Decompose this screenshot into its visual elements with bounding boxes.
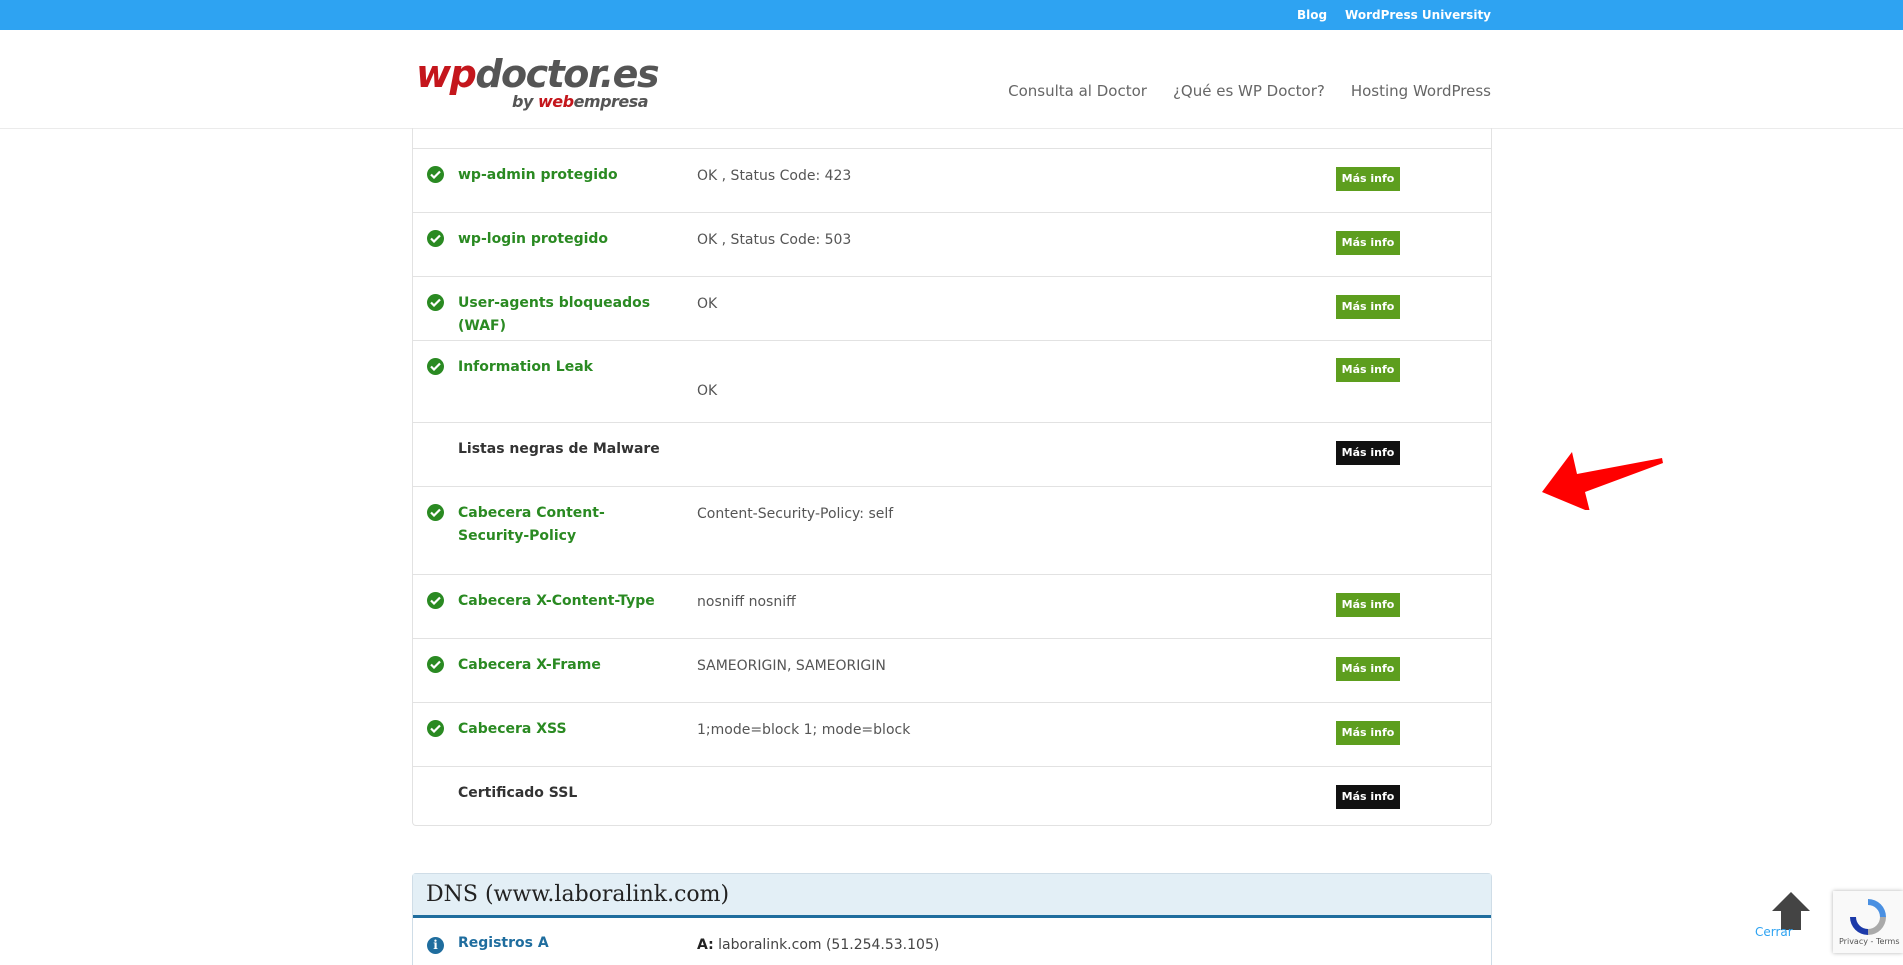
red-arrow-icon: [1542, 452, 1663, 510]
check-row-x-frame: Cabecera X-Frame SAMEORIGIN, SAMEORIGIN …: [413, 638, 1491, 702]
check-row-listas-negras: Listas negras de Malware Más info: [413, 422, 1491, 486]
wordpress-university-link[interactable]: WordPress University: [1345, 8, 1491, 22]
dns-row-value: A: laboralink.com (51.254.53.105): [697, 937, 940, 953]
dns-header: DNS (www.laboralink.com): [413, 874, 1491, 918]
check-value: nosniff nosniff: [697, 594, 796, 610]
mas-info-button[interactable]: Más info: [1336, 295, 1400, 319]
mas-info-button[interactable]: Más info: [1336, 167, 1400, 191]
mas-info-button[interactable]: Más info: [1336, 721, 1400, 745]
mas-info-button[interactable]: Más info: [1336, 358, 1400, 382]
check-icon: [427, 230, 444, 247]
check-value: OK , Status Code: 423: [697, 168, 852, 184]
security-checks-panel: wp-admin protegido OK , Status Code: 423…: [412, 128, 1492, 826]
dns-row-label: Registros A: [458, 935, 549, 951]
check-label: Information Leak: [458, 359, 593, 375]
check-label: Cabecera X-Content-Type: [458, 593, 655, 609]
mas-info-button[interactable]: Más info: [1336, 785, 1400, 809]
check-value: OK , Status Code: 503: [697, 232, 852, 248]
mas-info-button[interactable]: Más info: [1336, 231, 1400, 255]
check-icon: [427, 358, 444, 375]
check-label: Listas negras de Malware: [458, 441, 660, 457]
check-icon: [427, 504, 444, 521]
recaptcha-icon: [1850, 899, 1886, 935]
check-value: Content-Security-Policy: self: [697, 506, 894, 522]
nav-consulta[interactable]: Consulta al Doctor: [1008, 82, 1147, 100]
nav-hosting[interactable]: Hosting WordPress: [1351, 82, 1491, 100]
recaptcha-badge[interactable]: Privacy - Terms: [1833, 891, 1903, 953]
mas-info-button[interactable]: Más info: [1336, 593, 1400, 617]
check-label: wp-login protegido: [458, 231, 609, 247]
check-icon: [427, 656, 444, 673]
recaptcha-text: Privacy - Terms: [1839, 937, 1900, 946]
check-row-ssl: Certificado SSL Más info: [413, 766, 1491, 826]
check-value: OK: [697, 296, 718, 312]
check-row-wp-admin: wp-admin protegido OK , Status Code: 423…: [413, 148, 1491, 212]
dns-section: DNS (www.laboralink.com) i Registros A A…: [412, 873, 1492, 965]
check-icon: [427, 294, 444, 311]
check-row-x-content-type: Cabecera X-Content-Type nosniff nosniff …: [413, 574, 1491, 638]
site-header: wpdoctor.es by webempresa Consulta al Do…: [0, 30, 1903, 128]
mas-info-button[interactable]: Más info: [1336, 657, 1400, 681]
check-value: 1;mode=block 1; mode=block: [697, 722, 911, 738]
check-label: User-agents bloqueados (WAF): [458, 295, 651, 334]
main-nav: Consulta al Doctor ¿Qué es WP Doctor? Ho…: [1008, 82, 1491, 100]
check-label: Certificado SSL: [458, 785, 578, 801]
check-icon: [427, 592, 444, 609]
info-icon: i: [427, 937, 444, 954]
check-row-information-leak: Information Leak OK Más info: [413, 340, 1491, 422]
check-icon: [427, 166, 444, 183]
top-bar: Blog WordPress University: [0, 0, 1903, 30]
check-icon: [427, 720, 444, 737]
check-label: Cabecera Content-Security-Policy: [458, 505, 605, 544]
dns-title: DNS (www.laboralink.com): [426, 882, 730, 907]
close-link[interactable]: Cerrar: [1755, 925, 1793, 939]
check-value: OK: [697, 383, 718, 399]
check-label: wp-admin protegido: [458, 167, 618, 183]
blog-link[interactable]: Blog: [1297, 8, 1327, 22]
mas-info-button[interactable]: Más info: [1336, 441, 1400, 465]
check-label: Cabecera X-Frame: [458, 657, 601, 673]
check-row-wp-login: wp-login protegido OK , Status Code: 503…: [413, 212, 1491, 276]
nav-que-es[interactable]: ¿Qué es WP Doctor?: [1173, 82, 1325, 100]
check-label: Cabecera XSS: [458, 721, 567, 737]
wpdoctor-logo[interactable]: wpdoctor.es by webempresa: [416, 52, 660, 112]
check-row-xss: Cabecera XSS 1;mode=block 1; mode=block …: [413, 702, 1491, 766]
check-row-content-security-policy: Cabecera Content-Security-Policy Content…: [413, 486, 1491, 574]
check-value: SAMEORIGIN, SAMEORIGIN: [697, 658, 886, 674]
check-row-user-agents: User-agents bloqueados (WAF) OK Más info: [413, 276, 1491, 340]
